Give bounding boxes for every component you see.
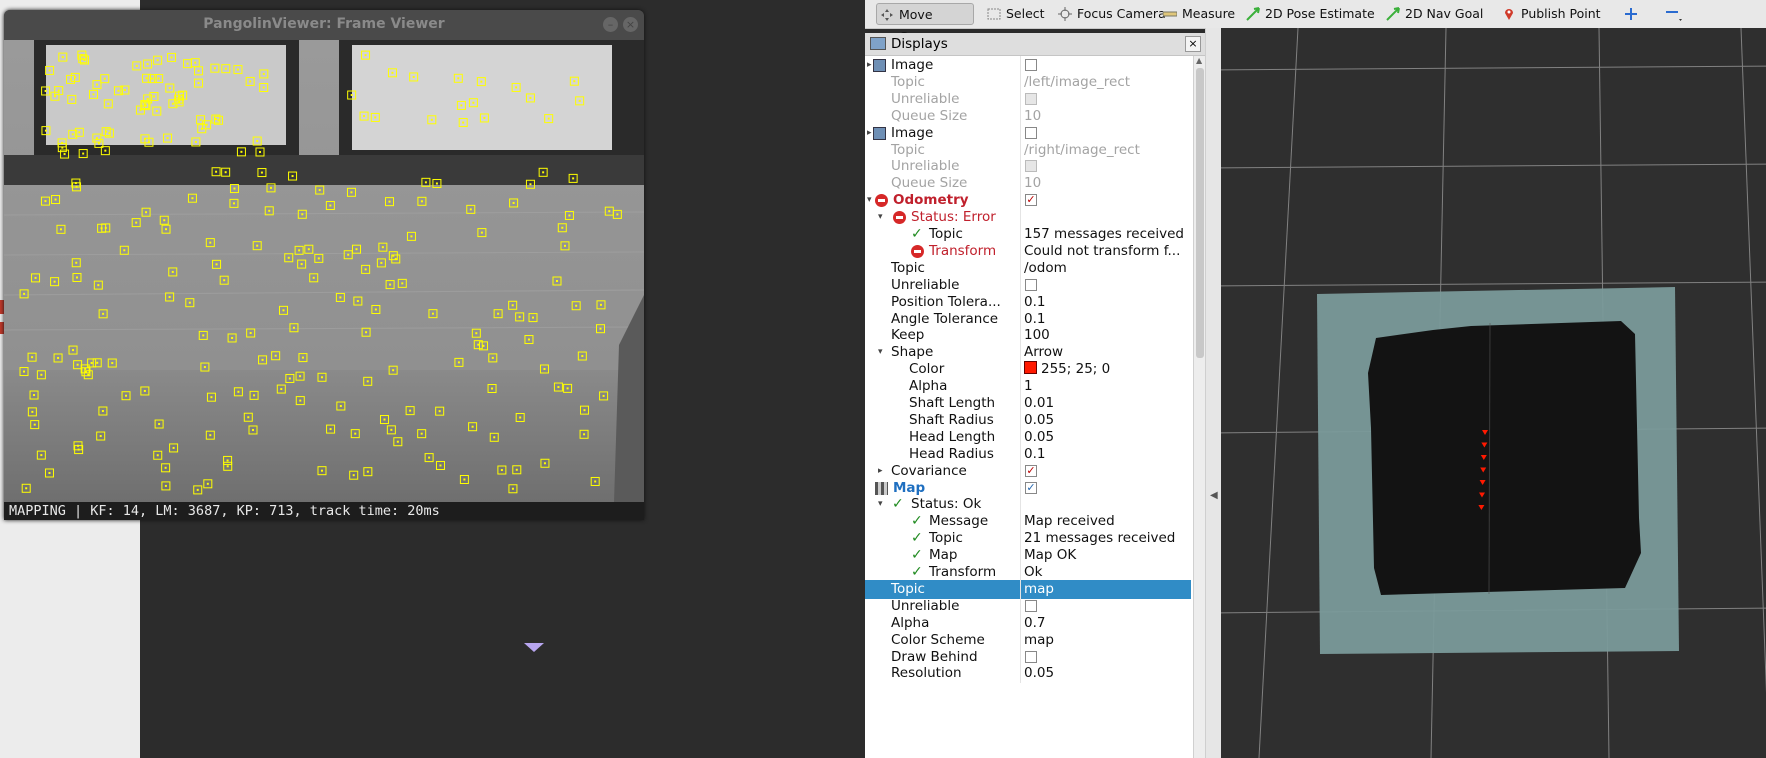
rviz-3d-view[interactable]	[1221, 28, 1766, 758]
error-icon	[875, 194, 888, 208]
image-display-icon	[873, 59, 886, 72]
window-titlebar[interactable]: PangolinViewer: Frame Viewer – ×	[4, 10, 644, 40]
collapse-panel-icon[interactable]: ◀	[1210, 490, 1218, 501]
2d-pose-estimate-button[interactable]: 2D Pose Estimate	[1243, 3, 1381, 25]
checkbox	[1025, 160, 1037, 173]
column-divider	[1020, 664, 1021, 684]
rviz-toolbar: Move Camera Select Focus Camera Measure …	[865, 0, 1766, 44]
focus-camera-icon	[1058, 7, 1072, 21]
tool-label: Focus Camera	[1077, 6, 1166, 21]
move-camera-button[interactable]: Move Camera	[876, 3, 974, 44]
move-camera-icon	[881, 9, 893, 21]
tool-label: 2D Pose Estimate	[1265, 6, 1375, 21]
scroll-up-icon[interactable]: ▲	[1196, 56, 1202, 65]
checkbox	[1025, 92, 1037, 105]
error-icon	[893, 211, 906, 225]
panel-title: Displays	[891, 36, 948, 52]
select-button[interactable]: Select	[984, 3, 1051, 25]
checkbox[interactable]	[1025, 126, 1037, 139]
image-display-icon	[873, 126, 886, 140]
measure-icon	[1163, 11, 1177, 17]
property-value[interactable]: 0.05	[1024, 664, 1189, 683]
checkbox[interactable]: ✓	[1025, 481, 1037, 494]
error-icon	[911, 244, 924, 258]
checkbox[interactable]: ✓	[1025, 194, 1037, 207]
tool-label: Measure	[1182, 6, 1236, 21]
displays-tree: ▸ Image Topic/left/image_rect Unreliable Que…	[865, 56, 1191, 758]
checkbox[interactable]	[1025, 59, 1037, 71]
map-free-space	[1368, 321, 1641, 595]
checkbox[interactable]: ✓	[1025, 464, 1037, 477]
display-row-resolution[interactable]: Resolution 0.05	[865, 664, 1191, 684]
checkbox[interactable]	[1025, 278, 1037, 291]
displays-panel-header: Displays ×	[865, 33, 1205, 56]
select-icon	[987, 8, 1001, 20]
picture	[352, 45, 612, 150]
close-icon[interactable]: ×	[623, 17, 638, 32]
mouse-cursor-icon	[524, 643, 544, 652]
add-tool-icon[interactable]	[1624, 7, 1638, 21]
publish-point-icon	[1505, 9, 1513, 20]
pangolin-frame-viewer-window[interactable]: PangolinViewer: Frame Viewer – × MAPPING…	[4, 10, 644, 520]
map-display-icon	[875, 481, 888, 495]
tool-label: 2D Nav Goal	[1405, 6, 1484, 21]
scrollbar-thumb[interactable]	[1196, 68, 1204, 358]
checkbox[interactable]	[1025, 599, 1037, 612]
window-title: PangolinViewer: Frame Viewer	[203, 16, 445, 32]
checkbox[interactable]	[1025, 650, 1037, 663]
displays-panel: Displays × ▸ Image Topic/left/image_rect Un…	[865, 33, 1205, 758]
property-label: Resolution	[891, 665, 962, 682]
close-panel-icon[interactable]: ×	[1185, 36, 1201, 52]
color-swatch[interactable]	[1024, 361, 1037, 375]
2d-nav-goal-button[interactable]: 2D Nav Goal	[1383, 3, 1489, 25]
nav-goal-icon	[1386, 7, 1400, 21]
shelf	[4, 155, 644, 185]
camera-frame-view	[4, 40, 644, 502]
picture	[46, 45, 286, 145]
tracking-status-bar: MAPPING | KF: 14, LM: 3687, KP: 713, tra…	[4, 502, 644, 520]
remove-tool-icon[interactable]	[1665, 7, 1685, 23]
pose-estimate-icon	[1246, 7, 1260, 21]
panel-splitter[interactable]: ◀	[1205, 28, 1222, 758]
minimize-icon[interactable]: –	[603, 17, 618, 32]
measure-button[interactable]: Measure	[1160, 3, 1241, 25]
monitor-icon	[870, 37, 886, 50]
tool-label: Publish Point	[1521, 6, 1601, 21]
publish-point-button[interactable]: Publish Point	[1499, 3, 1607, 25]
tool-label: Select	[1006, 6, 1045, 21]
focus-camera-button[interactable]: Focus Camera	[1055, 3, 1172, 25]
